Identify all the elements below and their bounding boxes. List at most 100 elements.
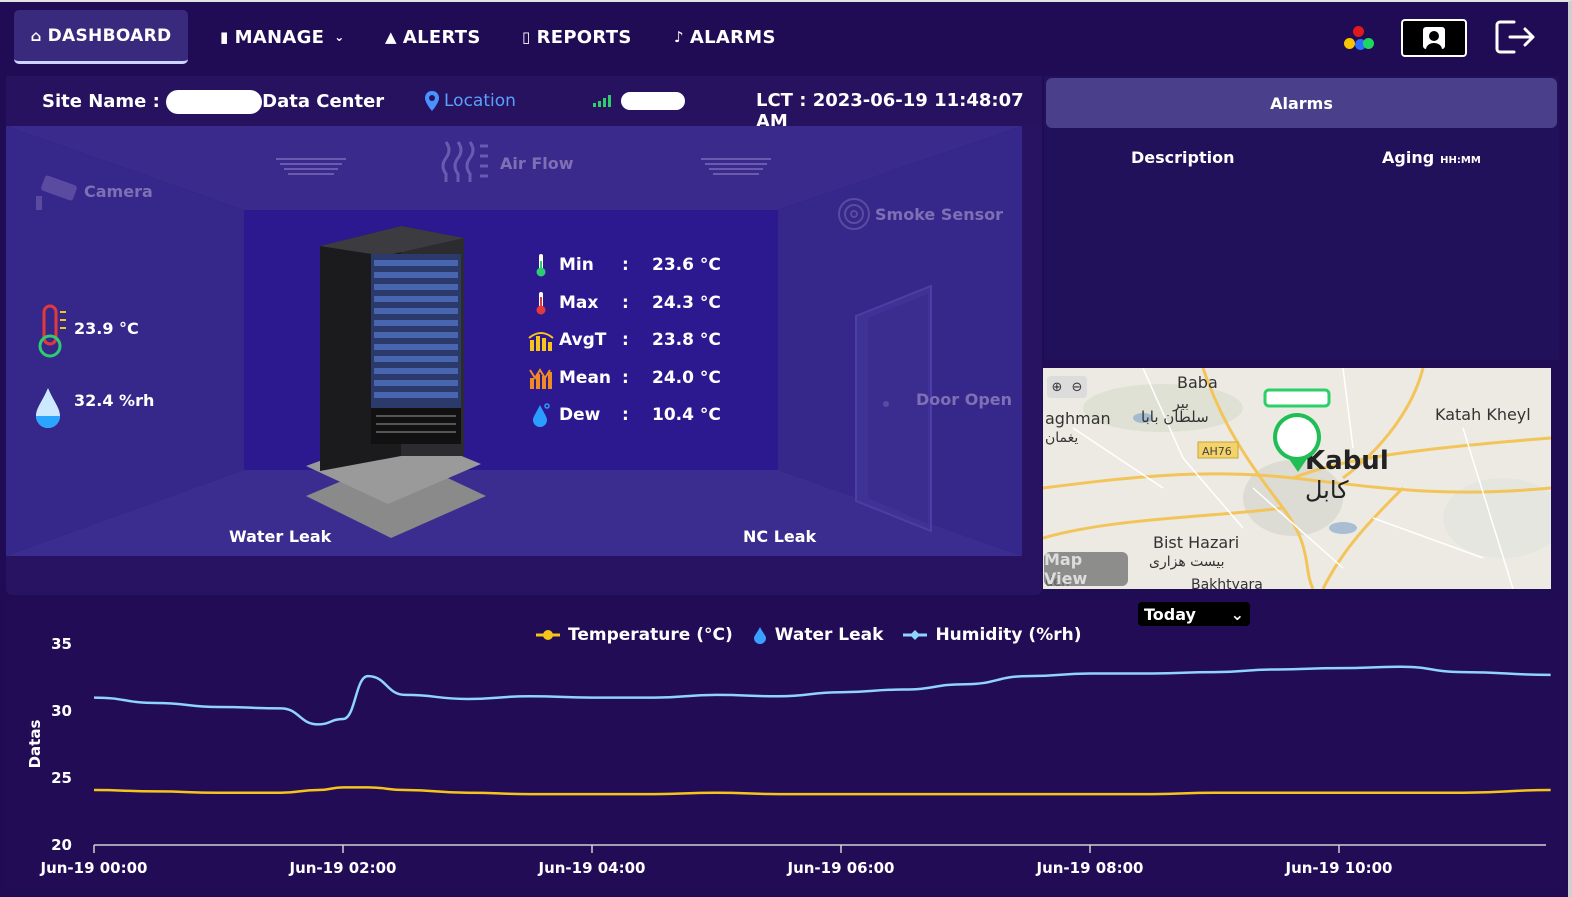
y-tick-label: 20 bbox=[51, 836, 72, 854]
stat-row-min: Min : 23.6 °C bbox=[526, 250, 721, 280]
redacted-signal-value bbox=[621, 92, 685, 110]
nav-alerts-label: ALERTS bbox=[402, 26, 481, 48]
nav-dashboard[interactable]: ⌂ DASHBOARD bbox=[14, 10, 188, 64]
map-city-label-local: کابل bbox=[1305, 476, 1349, 504]
trend-chart: Datas 20 25 30 35 Jun-19 00:00 Jun-19 02:00 Jun… bbox=[26, 635, 1551, 877]
report-icon: ▯ bbox=[522, 28, 531, 46]
nc-leak-label[interactable]: NC Leak bbox=[743, 527, 816, 546]
stat-colon: : bbox=[622, 330, 629, 350]
y-axis-label: Datas bbox=[26, 720, 44, 769]
stat-value: 23.8 °C bbox=[652, 330, 721, 350]
series-line-temperature-c bbox=[93, 786, 1551, 796]
air-flow-label: Air Flow bbox=[500, 154, 574, 173]
signal-strength-icon bbox=[593, 95, 611, 107]
stat-colon: : bbox=[622, 405, 629, 425]
stat-label: Dew bbox=[559, 405, 601, 425]
room-illustration bbox=[6, 126, 1022, 556]
zoom-in-icon[interactable]: ⊕ bbox=[1052, 380, 1063, 395]
dew-drop-icon bbox=[526, 402, 556, 428]
warning-icon: ▲ bbox=[385, 28, 397, 46]
bar-mean-icon bbox=[526, 366, 556, 390]
redacted-site-name bbox=[166, 90, 263, 114]
x-tick-label: Jun-19 02:00 bbox=[288, 859, 396, 877]
location-link[interactable]: Location bbox=[424, 90, 516, 112]
series-line-humidity-rh bbox=[93, 665, 1551, 726]
location-label: Location bbox=[444, 91, 516, 111]
site-info-bar: Site Name : Data Center Location LCT : 2… bbox=[6, 76, 1042, 132]
stat-colon: : bbox=[622, 368, 629, 388]
nav-alarms-label: ALARMS bbox=[689, 26, 776, 48]
signal-status bbox=[593, 92, 685, 110]
map-label: Bakhtyara bbox=[1191, 577, 1263, 589]
chevron-down-icon: ⌄ bbox=[334, 30, 345, 44]
ambient-humidity-value: 32.4 %rh bbox=[74, 391, 155, 410]
status-indicator-icon[interactable] bbox=[1344, 26, 1374, 52]
camera-label[interactable]: Camera bbox=[84, 182, 153, 201]
nav-manage-label: MANAGE bbox=[234, 26, 325, 48]
map-label: aghman bbox=[1045, 409, 1111, 428]
stat-label: AvgT bbox=[559, 330, 607, 350]
site-marker-label bbox=[1263, 388, 1331, 408]
map-view-button[interactable]: Map View bbox=[1044, 550, 1128, 588]
smoke-sensor-label[interactable]: Smoke Sensor bbox=[875, 205, 1003, 224]
y-tick-label: 30 bbox=[51, 702, 72, 720]
logout-icon[interactable] bbox=[1494, 18, 1538, 56]
alarms-col-aging: Aging HH:MM bbox=[1382, 148, 1481, 167]
x-tick-label: Jun-19 10:00 bbox=[1284, 859, 1392, 877]
nav-dashboard-label: DASHBOARD bbox=[47, 25, 172, 46]
site-name-label: Site Name : bbox=[42, 91, 160, 112]
stat-colon: : bbox=[622, 255, 629, 275]
stat-label: Mean bbox=[559, 368, 612, 388]
chevron-down-icon: ⌄ bbox=[1230, 604, 1244, 624]
map-label: Baba bbox=[1177, 373, 1218, 392]
nav-manage[interactable]: ▮ MANAGE ⌄ bbox=[220, 20, 345, 54]
road-marker-label: AH76 bbox=[1202, 445, 1232, 458]
map-label: سلطان بابا bbox=[1141, 408, 1209, 426]
map-label: بیست هزاری bbox=[1149, 554, 1225, 570]
stat-row-dew: Dew : 10.4 °C bbox=[526, 400, 721, 430]
thermometer-red-icon bbox=[526, 291, 556, 315]
aging-label: Aging bbox=[1382, 148, 1435, 167]
stat-row-avgt: AvgT : 23.8 °C bbox=[526, 325, 721, 355]
map-zoom-controls: ⊕ ⊖ bbox=[1047, 376, 1087, 398]
door-open-label[interactable]: Door Open bbox=[916, 390, 1012, 409]
server-icon: ▮ bbox=[220, 28, 229, 46]
stat-value: 24.3 °C bbox=[652, 293, 721, 313]
y-tick-label: 25 bbox=[51, 769, 72, 787]
map-city-label: Kabul bbox=[1305, 446, 1389, 476]
map-label: Katah Kheyl bbox=[1435, 405, 1531, 424]
x-tick-label: Jun-19 00:00 bbox=[39, 859, 147, 877]
nav-reports-label: REPORTS bbox=[536, 26, 632, 48]
server-rack-illustration bbox=[306, 226, 486, 538]
ambient-temperature-value: 23.9 °C bbox=[74, 319, 139, 338]
nav-alerts[interactable]: ▲ ALERTS bbox=[385, 20, 481, 54]
stat-value: 24.0 °C bbox=[652, 368, 721, 388]
x-tick-label: Jun-19 08:00 bbox=[1035, 859, 1143, 877]
profile-button[interactable] bbox=[1401, 19, 1467, 57]
stat-value: 10.4 °C bbox=[652, 405, 721, 425]
date-range-select[interactable]: Today ⌄ bbox=[1138, 602, 1250, 626]
nav-reports[interactable]: ▯ REPORTS bbox=[522, 20, 632, 54]
y-tick-label: 35 bbox=[51, 635, 72, 653]
stat-row-max: Max : 24.3 °C bbox=[526, 288, 721, 318]
site-map[interactable]: Baba بیر سلطان بابا aghman یغمان Katah K… bbox=[1043, 368, 1551, 589]
water-leak-label[interactable]: Water Leak bbox=[229, 527, 331, 546]
room-panel: Site Name : Data Center Location LCT : 2… bbox=[6, 76, 1042, 595]
site-name-suffix: Data Center bbox=[262, 91, 385, 112]
zoom-out-icon[interactable]: ⊖ bbox=[1072, 380, 1083, 395]
map-label: یغمان bbox=[1045, 430, 1078, 446]
aging-unit: HH:MM bbox=[1440, 155, 1481, 166]
alarms-col-description: Description bbox=[1131, 148, 1235, 167]
user-icon bbox=[1423, 27, 1445, 49]
app-frame: ⌂ DASHBOARD ▮ MANAGE ⌄ ▲ ALERTS ▯ REPORT… bbox=[0, 0, 1572, 897]
map-pin-icon bbox=[425, 91, 439, 111]
site-name: Site Name : Data Center bbox=[42, 90, 384, 114]
bell-icon: ♪ bbox=[674, 28, 684, 46]
map-label: Bist Hazari bbox=[1153, 533, 1239, 552]
alarms-header: Alarms bbox=[1046, 78, 1557, 128]
bar-average-icon bbox=[526, 328, 556, 352]
thermometer-green-icon bbox=[526, 253, 556, 277]
top-nav: ⌂ DASHBOARD ▮ MANAGE ⌄ ▲ ALERTS ▯ REPORT… bbox=[0, 2, 1568, 70]
alarms-panel: Alarms Description Aging HH:MM bbox=[1044, 76, 1559, 360]
nav-alarms[interactable]: ♪ ALARMS bbox=[674, 20, 776, 54]
